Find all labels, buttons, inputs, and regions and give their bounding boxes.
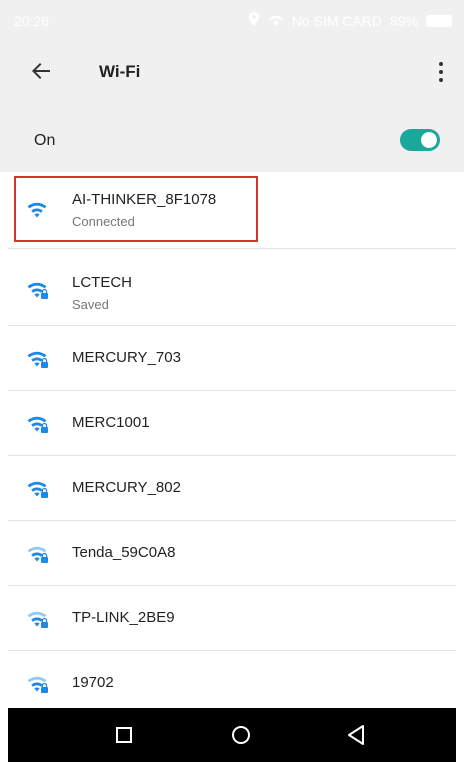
wifi-toggle-row[interactable]: On bbox=[0, 102, 464, 172]
wifi-lock-icon bbox=[27, 481, 48, 498]
network-ssid: MERC1001 bbox=[72, 414, 150, 431]
wifi-lock-icon bbox=[27, 351, 48, 368]
network-item[interactable]: AI-THINKER_8F1078 Connected bbox=[8, 172, 456, 249]
network-item[interactable]: MERC1001 bbox=[8, 391, 456, 456]
wifi-lock-icon bbox=[27, 416, 48, 433]
recent-apps-button[interactable] bbox=[116, 727, 132, 743]
back-button[interactable] bbox=[346, 724, 366, 751]
status-time: 20:26 bbox=[14, 13, 50, 29]
network-ssid: AI-THINKER_8F1078 bbox=[72, 191, 217, 208]
page-title: Wi-Fi bbox=[99, 62, 141, 81]
network-list: AI-THINKER_8F1078 Connected LCTECH Saved… bbox=[8, 172, 456, 716]
network-ssid: 19702 bbox=[72, 674, 114, 691]
network-ssid: MERCURY_703 bbox=[72, 349, 181, 366]
wifi-signal-icon bbox=[27, 202, 47, 218]
navigation-bar bbox=[8, 708, 456, 762]
home-button[interactable] bbox=[232, 726, 250, 744]
wifi-lock-icon bbox=[27, 676, 48, 693]
network-ssid: TP-LINK_2BE9 bbox=[72, 609, 175, 626]
toggle-knob bbox=[421, 132, 437, 148]
app-bar: Wi-Fi bbox=[0, 44, 464, 102]
network-ssid: Tenda_59C0A8 bbox=[72, 544, 176, 561]
wifi-lock-icon bbox=[27, 611, 48, 628]
wifi-toggle-label: On bbox=[34, 132, 56, 149]
network-item[interactable]: Tenda_59C0A8 bbox=[8, 521, 456, 586]
status-bar: 20:26 No SIM CARD 89% bbox=[0, 0, 464, 44]
back-arrow-icon[interactable] bbox=[30, 60, 52, 88]
location-icon bbox=[248, 12, 260, 29]
wifi-status-icon bbox=[268, 13, 284, 29]
network-item[interactable]: 19702 bbox=[8, 651, 456, 716]
wifi-lock-icon bbox=[27, 282, 48, 299]
network-status: Saved bbox=[72, 297, 109, 312]
network-status: Connected bbox=[72, 214, 135, 229]
more-options-icon[interactable] bbox=[434, 60, 448, 84]
wifi-toggle-switch[interactable] bbox=[400, 129, 440, 151]
network-item[interactable]: MERCURY_703 bbox=[8, 326, 456, 391]
network-item[interactable]: TP-LINK_2BE9 bbox=[8, 586, 456, 651]
wifi-lock-icon bbox=[27, 546, 48, 563]
network-item[interactable]: LCTECH Saved bbox=[8, 249, 456, 326]
battery-level: 89% bbox=[389, 12, 418, 29]
sim-status: No SIM CARD bbox=[291, 12, 382, 29]
network-ssid: LCTECH bbox=[72, 274, 133, 291]
status-icons: No SIM CARD 89% bbox=[248, 12, 452, 29]
battery-icon bbox=[426, 14, 452, 27]
network-ssid: MERCURY_802 bbox=[72, 479, 181, 496]
network-item[interactable]: MERCURY_802 bbox=[8, 456, 456, 521]
